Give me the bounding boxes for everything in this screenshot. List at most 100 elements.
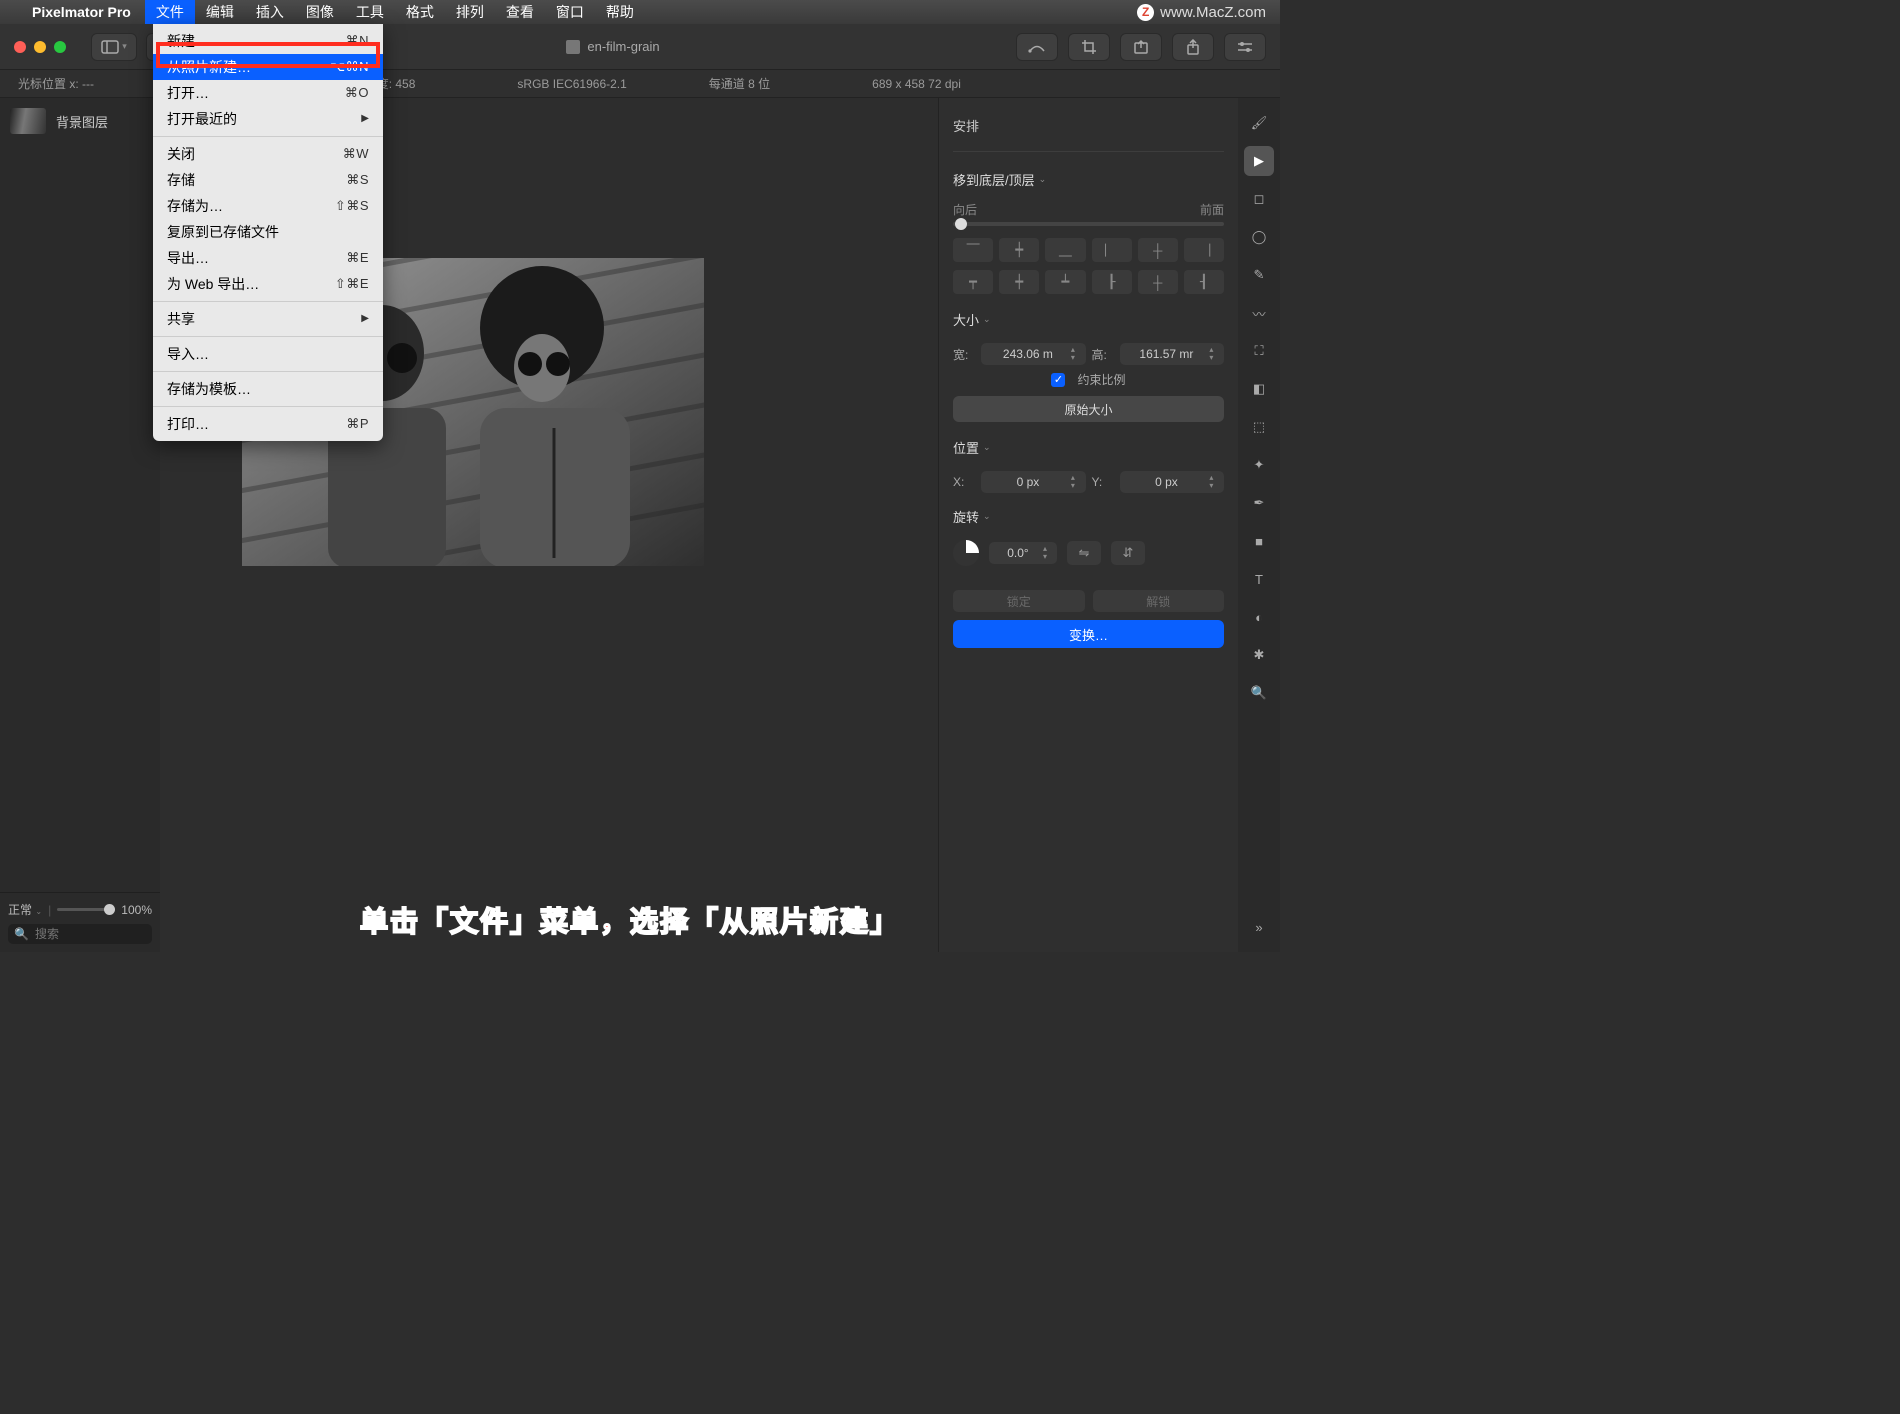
inspector-panel: 安排 移到底层/顶层⌄ 向后前面 ⎺┿⎽ ⎸┼⎹ ┯┿┷ ┠┼┨ 大小⌄ 宽: … bbox=[938, 98, 1238, 952]
layers-search[interactable]: 🔍 bbox=[8, 924, 152, 944]
file-menu-item[interactable]: 共享 bbox=[153, 306, 383, 332]
menu-window[interactable]: 窗口 bbox=[545, 0, 595, 24]
original-size-button[interactable]: 原始大小 bbox=[953, 396, 1224, 422]
file-menu-item[interactable]: 存储为…⇧⌘S bbox=[153, 193, 383, 219]
layer-item[interactable]: 背景图层 bbox=[6, 104, 154, 138]
file-menu-item[interactable]: 为 Web 导出…⇧⌘E bbox=[153, 271, 383, 297]
menu-view[interactable]: 查看 bbox=[495, 0, 545, 24]
info-depth: 每通道 8 位 bbox=[709, 75, 770, 92]
menu-edit[interactable]: 编辑 bbox=[195, 0, 245, 24]
layers-footer: 正常 ⌄ | 100% 🔍 bbox=[0, 892, 160, 952]
order-front-label: 前面 bbox=[1200, 201, 1224, 218]
search-icon: 🔍 bbox=[14, 927, 29, 941]
sidebar-toggle-button[interactable]: ▾ bbox=[91, 33, 137, 61]
align-hcenter-icon[interactable]: ┼ bbox=[1138, 238, 1178, 262]
opacity-value: 100% bbox=[121, 903, 152, 917]
marquee-icon[interactable]: ◻ bbox=[1244, 184, 1274, 214]
unlock-button[interactable]: 解锁 bbox=[1093, 590, 1225, 612]
repair-icon[interactable]: ✦ bbox=[1244, 450, 1274, 480]
dist-hbottom-icon[interactable]: ┷ bbox=[1045, 270, 1085, 294]
opacity-slider[interactable] bbox=[57, 908, 115, 911]
cursor-position: 光标位置 x: --- bbox=[18, 75, 94, 92]
menu-arrange[interactable]: 排列 bbox=[445, 0, 495, 24]
pen-icon[interactable]: ✒ bbox=[1244, 488, 1274, 518]
file-menu-item[interactable]: 新建⌘N bbox=[153, 28, 383, 54]
app-name[interactable]: Pixelmator Pro bbox=[32, 4, 131, 20]
dist-htop-icon[interactable]: ┯ bbox=[953, 270, 993, 294]
y-label: Y: bbox=[1092, 475, 1114, 489]
dist-vleft-icon[interactable]: ┠ bbox=[1092, 270, 1132, 294]
height-stepper[interactable]: ▴▾ bbox=[1120, 343, 1225, 365]
flip-horizontal-icon[interactable]: ⇋ bbox=[1067, 541, 1101, 565]
file-menu-item[interactable]: 打开最近的 bbox=[153, 106, 383, 132]
share-button[interactable] bbox=[1172, 33, 1214, 61]
file-menu-item[interactable]: 打开…⌘O bbox=[153, 80, 383, 106]
eyedropper-icon[interactable]: ✎ bbox=[1244, 260, 1274, 290]
align-right-icon[interactable]: ⎹ bbox=[1184, 238, 1224, 262]
effects-icon[interactable]: ✱ bbox=[1244, 640, 1274, 670]
file-menu-dropdown: 新建⌘N从照片新建…⌥⌘N打开…⌘O打开最近的关闭⌘W存储⌘S存储为…⇧⌘S复原… bbox=[153, 24, 383, 441]
rotation-wheel[interactable] bbox=[953, 540, 979, 566]
fill-icon[interactable]: ⛶ bbox=[1244, 336, 1274, 366]
flip-vertical-icon[interactable]: ⇵ bbox=[1111, 541, 1145, 565]
lasso-icon[interactable]: ◯ bbox=[1244, 222, 1274, 252]
align-bottom-icon[interactable]: ⎽ bbox=[1045, 238, 1085, 262]
file-menu-item[interactable]: 导入… bbox=[153, 341, 383, 367]
align-left-icon[interactable]: ⎸ bbox=[1092, 238, 1132, 262]
x-stepper[interactable]: ▴▾ bbox=[981, 471, 1086, 493]
lock-button[interactable]: 锁定 bbox=[953, 590, 1085, 612]
menu-help[interactable]: 帮助 bbox=[595, 0, 645, 24]
x-label: X: bbox=[953, 475, 975, 489]
rotation-stepper[interactable]: ▴▾ bbox=[989, 542, 1057, 564]
blend-mode-select[interactable]: 正常 ⌄ bbox=[8, 901, 42, 918]
document-icon bbox=[566, 40, 580, 54]
align-vcenter-icon[interactable]: ┿ bbox=[999, 238, 1039, 262]
color-adjust-icon[interactable]: ◐ bbox=[1244, 602, 1274, 632]
shape-icon[interactable]: ■ bbox=[1244, 526, 1274, 556]
window-close-button[interactable] bbox=[14, 41, 26, 53]
transform-button[interactable]: 变换… bbox=[953, 620, 1224, 648]
size-section[interactable]: 大小⌄ bbox=[953, 302, 1224, 337]
color-picker-button[interactable] bbox=[1016, 33, 1058, 61]
file-menu-item[interactable]: 关闭⌘W bbox=[153, 141, 383, 167]
file-menu-item[interactable]: 从照片新建…⌥⌘N bbox=[153, 54, 383, 80]
export-button[interactable] bbox=[1120, 33, 1162, 61]
info-colorspace: sRGB IEC61966-2.1 bbox=[517, 77, 626, 91]
crop-button[interactable] bbox=[1068, 33, 1110, 61]
type-icon[interactable]: T bbox=[1244, 564, 1274, 594]
window-zoom-button[interactable] bbox=[54, 41, 66, 53]
order-slider[interactable] bbox=[953, 222, 1224, 226]
menu-image[interactable]: 图像 bbox=[295, 0, 345, 24]
width-stepper[interactable]: ▴▾ bbox=[981, 343, 1086, 365]
align-top-icon[interactable]: ⎺ bbox=[953, 238, 993, 262]
dist-vright-icon[interactable]: ┨ bbox=[1184, 270, 1224, 294]
dist-vcenter-icon[interactable]: ┼ bbox=[1138, 270, 1178, 294]
zoom-icon[interactable]: 🔍 bbox=[1244, 678, 1274, 708]
align-grid-row1: ⎺┿⎽ ⎸┼⎹ bbox=[953, 238, 1224, 262]
menu-insert[interactable]: 插入 bbox=[245, 0, 295, 24]
menu-format[interactable]: 格式 bbox=[395, 0, 445, 24]
watermark-badge-icon: Z bbox=[1137, 4, 1154, 21]
file-menu-item[interactable]: 导出…⌘E bbox=[153, 245, 383, 271]
arrow-icon[interactable]: ▶ bbox=[1244, 146, 1274, 176]
constrain-checkbox[interactable]: ✓ bbox=[1051, 373, 1065, 387]
rotation-section[interactable]: 旋转⌄ bbox=[953, 499, 1224, 534]
brush-icon[interactable]: 〰 bbox=[1244, 298, 1274, 328]
erase-icon[interactable]: ⬚ bbox=[1244, 412, 1274, 442]
style-icon[interactable]: 🖌 bbox=[1244, 108, 1274, 138]
file-menu-item[interactable]: 打印…⌘P bbox=[153, 411, 383, 437]
inspector-toggle-button[interactable] bbox=[1224, 33, 1266, 61]
dist-hcenter-icon[interactable]: ┿ bbox=[999, 270, 1039, 294]
tool-more-icon[interactable]: » bbox=[1244, 912, 1274, 942]
file-menu-item[interactable]: 复原到已存储文件 bbox=[153, 219, 383, 245]
y-stepper[interactable]: ▴▾ bbox=[1120, 471, 1225, 493]
gradient-icon[interactable]: ◧ bbox=[1244, 374, 1274, 404]
menu-tools[interactable]: 工具 bbox=[345, 0, 395, 24]
file-menu-item[interactable]: 存储⌘S bbox=[153, 167, 383, 193]
tool-column: 🖌 ▶ ◻ ◯ ✎ 〰 ⛶ ◧ ⬚ ✦ ✒ ■ T ◐ ✱ 🔍 » bbox=[1238, 98, 1280, 952]
file-menu-item[interactable]: 存储为模板… bbox=[153, 376, 383, 402]
window-minimize-button[interactable] bbox=[34, 41, 46, 53]
moveto-dropdown[interactable]: 移到底层/顶层⌄ bbox=[953, 162, 1224, 197]
menu-file[interactable]: 文件 bbox=[145, 0, 195, 24]
position-section[interactable]: 位置⌄ bbox=[953, 430, 1224, 465]
